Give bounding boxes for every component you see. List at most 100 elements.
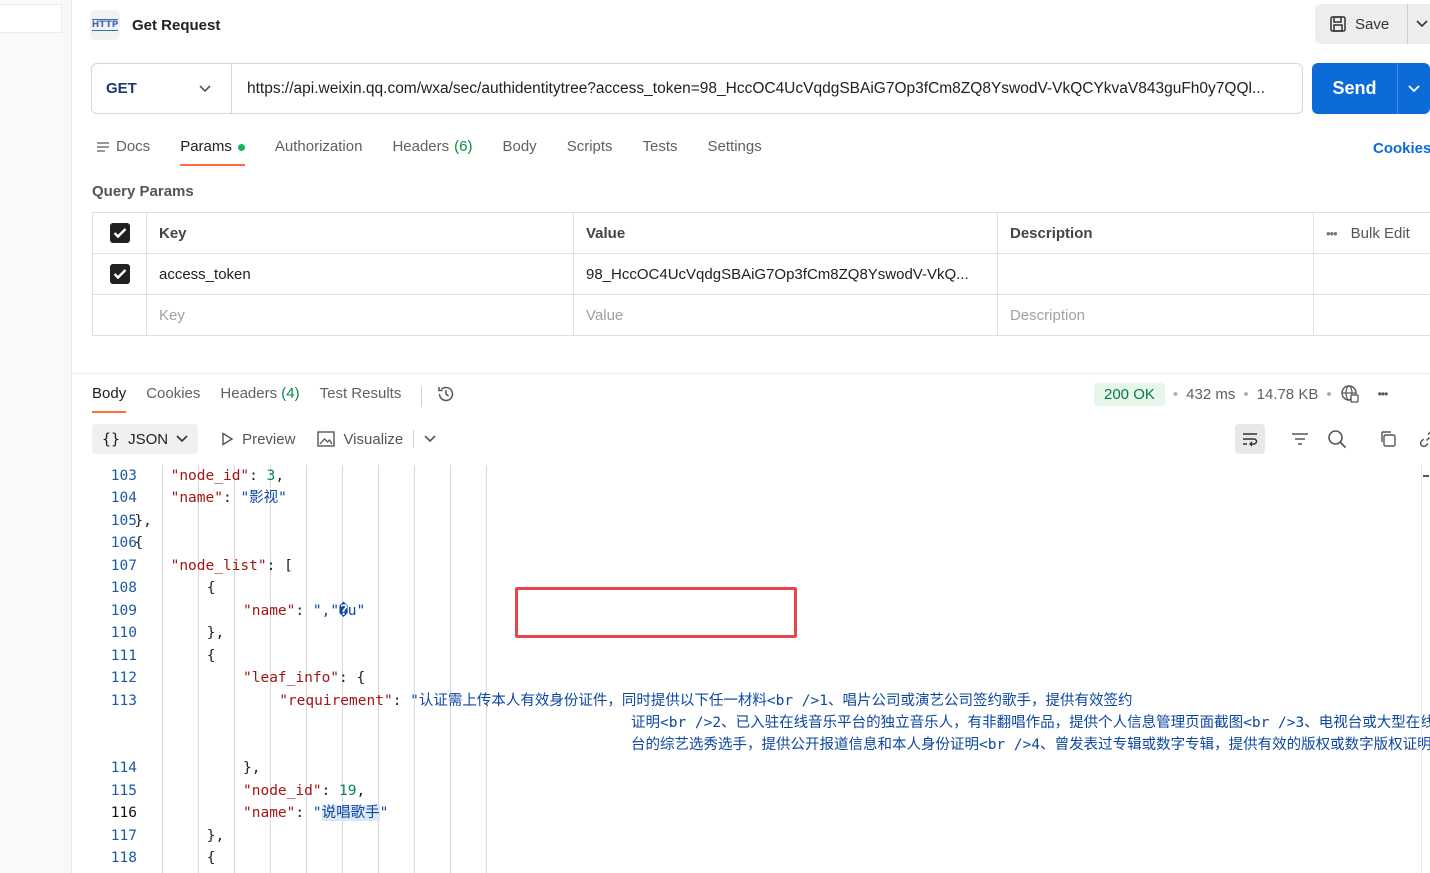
tab-separator <box>421 387 423 407</box>
tab-headers[interactable]: Headers (6) <box>392 130 472 166</box>
response-tab-body[interactable]: Body <box>92 378 127 413</box>
line-number: 107 <box>110 558 137 574</box>
code-text: }, <box>207 825 224 847</box>
response-toolbar: {} JSON Preview Visualize <box>92 424 436 454</box>
response-headers-label: Headers <box>220 385 278 402</box>
scrollbar-thumb[interactable] <box>1423 475 1429 477</box>
tab-docs-label: Docs <box>116 138 151 155</box>
response-tab-test-results[interactable]: Test Results <box>320 378 402 413</box>
row-spacer <box>1314 254 1430 294</box>
request-panel: HTTP Get Request Save GET https://api.we… <box>72 0 1430 873</box>
select-all-checkbox[interactable] <box>109 223 130 243</box>
search-icon <box>1328 430 1347 449</box>
more-options-icon[interactable]: ••• <box>1378 387 1389 401</box>
status-badge[interactable]: 200 OK <box>1094 382 1165 406</box>
chevron-down-icon <box>1408 84 1420 92</box>
tab-tests[interactable]: Tests <box>643 130 678 166</box>
tab-body[interactable]: Body <box>502 130 536 166</box>
send-button-group: Send <box>1312 63 1430 114</box>
request-title[interactable]: Get Request <box>132 17 220 34</box>
code-token: "," <box>312 603 340 619</box>
new-description-input[interactable]: Description <box>998 295 1314 335</box>
code-token: : <box>321 783 340 799</box>
table-row-empty: Key Value Description <box>92 295 1430 336</box>
response-time[interactable]: 432 ms <box>1186 386 1235 403</box>
preview-button[interactable]: Preview <box>220 431 295 448</box>
filter-button[interactable] <box>1291 432 1309 446</box>
line-number: 105 <box>110 513 137 529</box>
tab-body-label: Body <box>502 138 537 155</box>
save-options-button[interactable] <box>1407 4 1430 44</box>
tab-scripts[interactable]: Scripts <box>567 130 613 166</box>
link-button[interactable] <box>1419 430 1430 448</box>
format-select[interactable]: {} JSON <box>92 424 199 454</box>
tab-docs[interactable]: Docs <box>96 130 150 166</box>
response-size[interactable]: 14.78 KB <box>1257 386 1319 403</box>
param-value-cell[interactable]: 98_HccOC4UcVqdgSBAiG7Op3fCm8ZQ8YswodV-Vk… <box>574 254 998 294</box>
code-token: "node_id" <box>243 783 322 799</box>
code-token: 说唱歌手 <box>321 805 380 821</box>
panel-divider[interactable] <box>72 373 1430 374</box>
code-text: }, <box>207 622 224 644</box>
highlight-annotation-box <box>515 587 797 638</box>
new-key-input[interactable]: Key <box>147 295 574 335</box>
response-tab-cookies[interactable]: Cookies <box>146 378 200 413</box>
network-globe-icon[interactable] <box>1340 384 1360 404</box>
visualize-button[interactable]: Visualize <box>317 431 403 448</box>
tab-params-label: Params <box>180 138 232 155</box>
checkmark-icon <box>113 269 126 280</box>
line-number: 104 <box>110 490 137 506</box>
code-scrollbar[interactable] <box>1421 465 1430 873</box>
code-line: 112 "leaf_info": { <box>92 667 1422 689</box>
toolbar-separator <box>413 430 415 448</box>
response-tab-headers[interactable]: Headers (4) <box>220 378 299 413</box>
bulk-edit-label: Bulk Edit <box>1350 224 1410 242</box>
line-number: 115 <box>110 783 137 799</box>
send-button[interactable]: Send <box>1312 78 1397 99</box>
table-header-row: Key Value Description ••• Bulk Edit <box>92 213 1430 254</box>
method-select[interactable]: GET <box>92 64 232 113</box>
chevron-down-icon[interactable] <box>424 435 436 443</box>
line-number: 112 <box>110 670 137 686</box>
tab-authorization[interactable]: Authorization <box>275 130 363 166</box>
code-text: "requirement": "认证需上传本人有效身份证件，同时提供以下任一材料… <box>279 690 1132 712</box>
method-label: GET <box>106 80 137 97</box>
column-header-description: Description <box>998 213 1314 253</box>
sidebar-top-box[interactable] <box>0 4 62 33</box>
column-header-value: Value <box>574 213 998 253</box>
more-options-icon[interactable]: ••• <box>1326 226 1338 241</box>
param-description-cell[interactable] <box>998 254 1314 294</box>
tab-params[interactable]: Params <box>180 130 245 166</box>
http-icon: HTTP <box>90 10 120 40</box>
new-value-input[interactable]: Value <box>574 295 998 335</box>
code-token: { <box>134 535 144 551</box>
code-token: : <box>295 603 313 619</box>
tab-settings[interactable]: Settings <box>708 130 762 166</box>
send-options-button[interactable] <box>1397 63 1430 114</box>
code-token: }, <box>134 513 152 529</box>
search-button[interactable] <box>1327 429 1347 449</box>
save-button[interactable]: Save <box>1315 4 1407 44</box>
code-token: { <box>206 850 216 866</box>
tab-headers-label: Headers <box>392 138 450 155</box>
line-number: 103 <box>110 468 137 484</box>
code-text: }, <box>243 757 260 779</box>
code-text: "name": "说唱歌手" <box>243 802 388 824</box>
row-enabled-checkbox[interactable] <box>109 264 130 284</box>
url-input[interactable]: https://api.weixin.qq.com/wxa/sec/authid… <box>232 80 1292 98</box>
wrap-lines-button[interactable] <box>1235 424 1265 454</box>
cookies-link[interactable]: Cookies <box>1373 140 1430 157</box>
history-icon[interactable] <box>436 384 456 404</box>
code-token: : [ <box>266 558 293 574</box>
response-body-viewer[interactable]: 103 "node_id": 3, 104 "name": "影视" 105}, 106{… <box>92 465 1430 873</box>
code-token: }, <box>206 625 225 641</box>
copy-button[interactable] <box>1379 430 1397 448</box>
bulk-edit-button[interactable]: ••• Bulk Edit <box>1314 213 1430 253</box>
column-header-key: Key <box>147 213 574 253</box>
param-key-cell[interactable]: access_token <box>147 254 574 294</box>
code-text: "node_id": 19, <box>243 780 365 802</box>
code-wrapped-line: 台的综艺选秀选手，提供公开报道信息和本人身份证明<br />4、曾发表过专辑或数… <box>631 737 1430 753</box>
code-token: "影视" <box>240 490 287 506</box>
docs-icon <box>97 142 109 152</box>
checkmark-icon <box>113 228 126 239</box>
